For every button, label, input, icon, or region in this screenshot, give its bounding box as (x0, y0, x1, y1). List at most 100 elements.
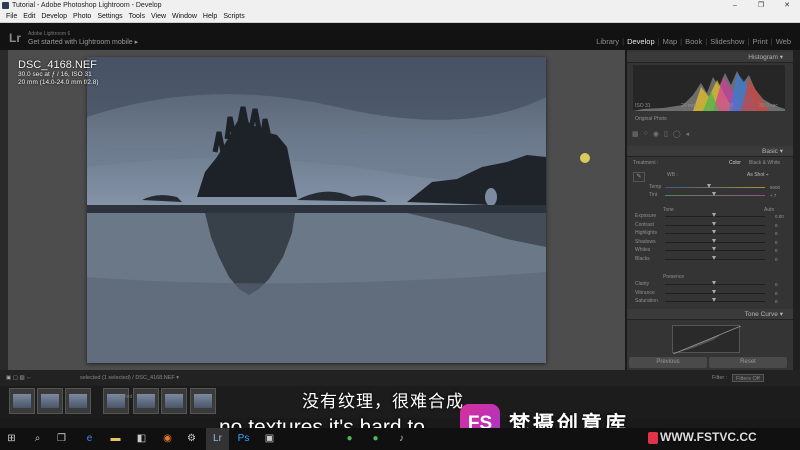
menu-develop[interactable]: Develop (38, 11, 70, 22)
slider-knob[interactable] (712, 281, 716, 285)
slider-knob[interactable] (712, 289, 716, 294)
slider-knob[interactable] (712, 230, 716, 235)
watermark-icon (648, 432, 658, 444)
slider-value[interactable]: 0 (775, 282, 778, 287)
crop-icon[interactable]: ▦ (632, 130, 639, 140)
slider-value[interactable]: 0 (775, 231, 778, 236)
search-icon[interactable]: ⌕ (26, 428, 49, 450)
filmstrip-thumb[interactable] (9, 388, 35, 414)
menu-tools[interactable]: Tools (126, 11, 148, 22)
app-icon-4[interactable]: ♪ (390, 428, 413, 450)
filmstrip-thumb[interactable] (37, 388, 63, 414)
tone-curve-header[interactable]: Tone Curve ▾ (627, 309, 793, 320)
module-print[interactable]: Print (749, 37, 770, 46)
slider-value[interactable]: 0 (775, 257, 778, 262)
menu-file[interactable]: File (3, 11, 20, 22)
module-map[interactable]: Map (660, 37, 681, 46)
slider-value[interactable]: 0 (775, 223, 778, 228)
menu-photo[interactable]: Photo (70, 11, 94, 22)
histogram-title: Histogram (748, 54, 778, 61)
menu-scripts[interactable]: Scripts (220, 11, 247, 22)
store-icon[interactable]: ◧ (130, 428, 153, 450)
slider-value[interactable]: 0.00 (775, 214, 784, 219)
menu-bar: File Edit Develop Photo Settings Tools V… (0, 11, 800, 23)
filter-select[interactable]: Filters Off (732, 374, 764, 382)
filmstrip-thumb[interactable] (103, 388, 129, 414)
app-icon-2[interactable]: ● (338, 428, 361, 450)
slider-value[interactable]: 0 (775, 248, 778, 253)
minimize-button[interactable]: – (722, 0, 748, 11)
wb-value[interactable]: As Shot ÷ (747, 172, 769, 178)
module-web[interactable]: Web (773, 37, 794, 46)
slider-knob[interactable] (712, 221, 716, 226)
photo-preview[interactable] (87, 57, 546, 363)
subtitle-chinese: 没有纹理，很难合成 (302, 392, 464, 411)
red-eye-icon[interactable]: ◉ (653, 130, 659, 140)
histogram-header[interactable]: Histogram ▾ (627, 52, 793, 63)
maximize-button[interactable]: ❐ (748, 0, 774, 11)
menu-help[interactable]: Help (200, 11, 220, 22)
close-button[interactable]: ✕ (774, 0, 800, 11)
basic-header[interactable]: Basic ▾ (627, 146, 793, 157)
module-library[interactable]: Library (593, 37, 622, 46)
previous-button[interactable]: Previous (629, 357, 707, 368)
filmstrip-thumb[interactable] (161, 388, 187, 414)
photoshop-icon[interactable]: Ps (232, 428, 255, 450)
app-icon-3[interactable]: ● (364, 428, 387, 450)
slider-knob[interactable] (712, 256, 716, 260)
histogram-chart[interactable]: ISO 31 20 mm ƒ / 16 30.0 sec (633, 65, 785, 111)
temp-label: Temp (649, 184, 662, 190)
slider-knob[interactable] (712, 247, 716, 252)
original-photo-label: Original Photo (635, 116, 667, 122)
reset-button[interactable]: Reset (709, 357, 787, 368)
treatment-bw[interactable]: Black & White (749, 160, 780, 166)
radial-filter-icon[interactable]: ◯ (673, 130, 681, 140)
hist-iso: ISO 31 (635, 103, 651, 109)
temp-value[interactable]: 5000 (770, 185, 780, 190)
left-panel-collapsed[interactable] (0, 50, 8, 370)
slider-value[interactable]: 0 (775, 291, 778, 296)
firefox-icon[interactable]: ◉ (156, 428, 179, 450)
filmstrip-thumb[interactable] (65, 388, 91, 414)
file-explorer-icon[interactable]: ▬ (104, 428, 127, 450)
mobile-promo-link[interactable]: Get started with Lightroom mobile ▸ (28, 38, 138, 46)
menu-window[interactable]: Window (169, 11, 200, 22)
task-view-icon[interactable]: ❐ (50, 428, 73, 450)
filmstrip-thumb[interactable] (133, 388, 159, 414)
module-book[interactable]: Book (682, 37, 705, 46)
spot-removal-icon[interactable]: ○ (644, 130, 648, 140)
filmstrip-path[interactable]: selected (1 selected) / DSC_4168.NEF ▾ (80, 370, 179, 386)
slider-knob[interactable] (712, 213, 716, 217)
menu-view[interactable]: View (148, 11, 169, 22)
treatment-color[interactable]: Color (729, 160, 741, 166)
brush-icon[interactable]: ◂ (686, 130, 690, 140)
graduated-filter-icon[interactable]: ▯ (664, 130, 668, 140)
eyedropper-icon[interactable]: ✎ (633, 172, 645, 182)
temp-knob[interactable] (707, 184, 711, 188)
edge-browser-icon[interactable]: e (78, 428, 101, 450)
tint-value[interactable]: + 7 (770, 193, 776, 198)
slider-label: Blacks (635, 256, 650, 262)
module-develop[interactable]: Develop (624, 37, 658, 46)
settings-gear-icon[interactable]: ⚙ (180, 428, 203, 450)
app-icon-1[interactable]: ▣ (258, 428, 281, 450)
temp-slider[interactable] (665, 187, 765, 188)
slider-value[interactable]: 0 (775, 299, 778, 304)
slider-knob[interactable] (712, 238, 716, 243)
window-controls: – ❐ ✕ (722, 0, 800, 11)
hist-shutter: 30.0 sec (759, 103, 778, 109)
menu-settings[interactable]: Settings (94, 11, 125, 22)
module-slideshow[interactable]: Slideshow (707, 37, 747, 46)
right-panel-scrollbar[interactable] (793, 50, 800, 370)
lightroom-taskbar-icon[interactable]: Lr (206, 428, 229, 450)
tint-knob[interactable] (712, 192, 716, 196)
grid-icon[interactable]: ▣ ▢ ▥ ⇔ (6, 370, 32, 386)
slider-knob[interactable] (712, 298, 716, 303)
filmstrip-thumb[interactable] (190, 388, 216, 414)
menu-edit[interactable]: Edit (20, 11, 38, 22)
auto-button[interactable]: Auto (764, 207, 774, 213)
windows-start-icon[interactable]: ⊞ (0, 428, 23, 450)
tone-curve-graph[interactable] (672, 325, 742, 355)
slider-value[interactable]: 0 (775, 240, 778, 245)
wb-label: WB : (667, 172, 678, 178)
